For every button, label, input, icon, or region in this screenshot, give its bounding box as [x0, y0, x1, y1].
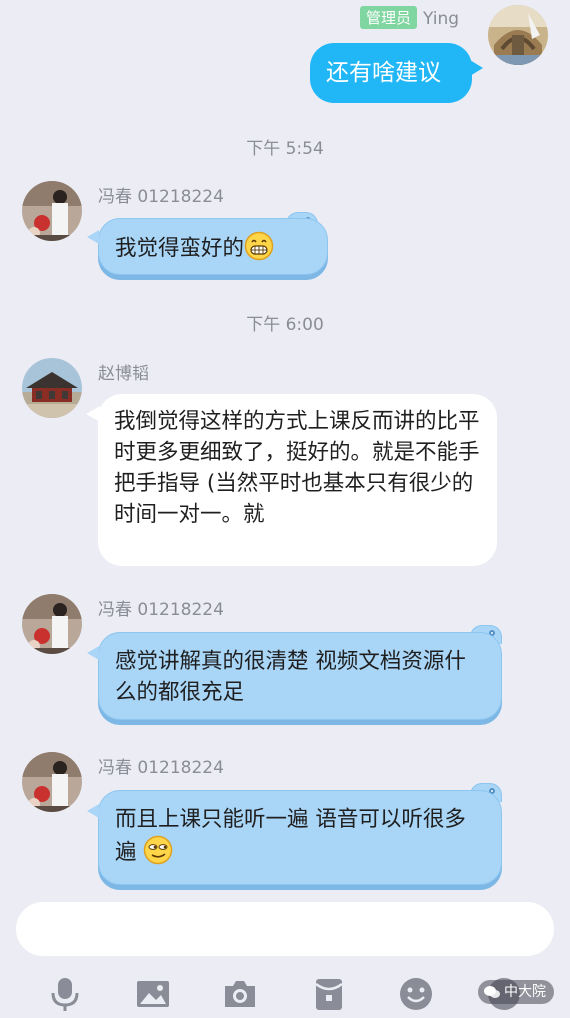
- own-bubble-tail: [470, 60, 483, 76]
- watermark: 中大院: [478, 980, 554, 1004]
- microphone-icon[interactable]: [47, 976, 83, 1012]
- sender-name: 冯春 01218224: [98, 600, 224, 620]
- smirk-face-icon: [143, 835, 173, 865]
- own-avatar[interactable]: [488, 5, 548, 65]
- image-icon[interactable]: [135, 976, 171, 1012]
- own-sender-name: Ying: [423, 9, 460, 29]
- message-input[interactable]: [16, 902, 554, 956]
- sender-name: 赵博韬: [98, 364, 149, 384]
- bubble-tail: [87, 804, 99, 818]
- message-bubble[interactable]: 而且上课只能听一遍 语音可以听很多遍: [98, 790, 502, 885]
- message-bubble[interactable]: 感觉讲解真的很清楚 视频文档资源什么的都很充足: [98, 632, 502, 720]
- sender-name: 冯春 01218224: [98, 187, 224, 207]
- message-text: 我觉得蛮好的: [115, 236, 245, 261]
- timestamp: 下午 5:54: [246, 139, 324, 159]
- grinning-face-icon: [244, 231, 274, 261]
- own-sender-line: 管理员 Ying: [360, 6, 459, 29]
- bubble-tail: [87, 646, 99, 660]
- sender-avatar[interactable]: [22, 358, 82, 418]
- camera-icon[interactable]: [222, 976, 258, 1012]
- bubble-tail: [87, 230, 99, 244]
- sender-avatar[interactable]: [22, 752, 82, 812]
- own-message-bubble[interactable]: 还有啥建议: [310, 43, 472, 103]
- message-bubble[interactable]: 我觉得蛮好的: [98, 218, 328, 275]
- red-packet-icon[interactable]: [311, 976, 347, 1012]
- sender-avatar[interactable]: [22, 594, 82, 654]
- wechat-icon: [484, 986, 500, 998]
- chat-message-list[interactable]: 管理员 Ying 还有啥建议 下午 5:54 冯春 01218224 我觉得蛮好的: [0, 0, 570, 890]
- admin-badge: 管理员: [360, 6, 418, 29]
- sender-name: 冯春 01218224: [98, 758, 224, 778]
- sender-avatar[interactable]: [22, 181, 82, 241]
- bubble-tail: [86, 406, 100, 422]
- watermark-text: 中大院: [504, 984, 546, 1000]
- emoji-icon[interactable]: [398, 976, 434, 1012]
- message-bubble[interactable]: 我倒觉得这样的方式上课反而讲的比平时更多更细致了，挺好的。就是不能手把手指导 (…: [98, 394, 497, 566]
- timestamp: 下午 6:00: [246, 315, 324, 335]
